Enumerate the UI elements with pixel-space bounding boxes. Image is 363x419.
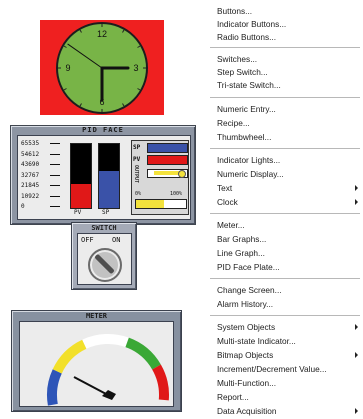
pv-bar [70,143,92,209]
pv-chip [147,155,188,165]
pid-tick-mark [50,143,60,144]
menu-separator [210,97,360,98]
pid-tick-mark [50,153,60,155]
pv-chip-label: PV [133,156,141,163]
submenu-arrow-icon [355,185,358,191]
menu-item-data-acquisition[interactable]: Data Acquisition [217,406,277,416]
menu-item-bitmap-objects[interactable]: Bitmap Objects [217,350,273,360]
pid-tick-mark [50,164,60,165]
submenu-arrow-icon [355,324,358,330]
switch-off-label: OFF [81,236,94,244]
meter-title: METER [85,312,108,320]
menu-item-step-switch[interactable]: Step Switch... [217,67,268,77]
submenu-arrow-icon [355,199,358,205]
meter-panel [19,321,174,407]
output-bar [135,199,187,209]
sp-bar [98,143,120,209]
output-indicator [178,170,186,178]
clock-numeral: 9 [65,63,70,73]
menu-item-multi-state-indicator[interactable]: Multi-state Indicator... [217,336,296,346]
meter-gauge [47,334,169,406]
submenu-arrow-icon [355,408,358,414]
menu-item-meter[interactable]: Meter... [217,220,245,230]
pid-tick-label: 43690 [21,161,40,168]
pid-tick-label: 21845 [21,182,40,189]
sp-chip [147,143,188,153]
clock-numeral: 3 [133,63,138,73]
meter-needle [73,376,109,396]
output-label: OUTPUT [133,165,139,184]
menu-item-switches[interactable]: Switches... [217,54,257,64]
menu-separator [210,213,360,214]
menu-item-increment-decrement-value[interactable]: Increment/Decrement Value... [217,364,327,374]
menu-item-indicator-lights[interactable]: Indicator Lights... [217,155,280,165]
meter-arc-high [125,337,161,370]
switch-title: SWITCH [91,224,117,232]
needle-hub [102,390,116,400]
meter-arc-low [47,369,62,406]
output-track [147,169,188,178]
meter-arc-max [152,364,169,401]
menu-item-text[interactable]: Text [217,183,232,193]
menu-separator [210,148,360,149]
clock-numeral: 12 [97,29,107,39]
pid-tick-label: 10922 [21,192,40,200]
pid-tick-mark [50,174,60,176]
menu-item-line-graph[interactable]: Line Graph... [217,248,265,258]
menu-item-clock[interactable]: Clock [217,197,238,207]
switch-panel: OFF ON [77,233,132,285]
pid-side-panel: SP PV OUTPUT 0% 100% [131,140,189,215]
menu-item-multi-function[interactable]: Multi-Function... [217,378,276,388]
menu-item-report[interactable]: Report... [217,392,249,402]
menu-item-system-objects[interactable]: System Objects [217,322,275,332]
switch-knob[interactable] [88,248,122,282]
meter-arc-mid-low [52,339,87,374]
submenu-arrow-icon [355,352,358,358]
pid-tick-label: 65535 [21,140,40,147]
pid-title: PID FACE [82,126,124,134]
pid-tick-mark [50,195,60,197]
clock-widget[interactable]: 12 3 6 9 [40,20,164,115]
menu-item-change-screen[interactable]: Change Screen... [217,285,282,295]
menu-item-numeric-entry[interactable]: Numeric Entry... [217,104,276,114]
pv-bar-label: PV [74,209,82,216]
menu-item-thumbwheel[interactable]: Thumbwheel... [217,132,271,142]
clock-face: 12369 [56,22,148,114]
menu-item-recipe[interactable]: Recipe... [217,118,250,128]
pid-panel: 65535 54612 43690 32767 21845 10922 0 PV SP SP… [17,135,191,220]
switch-on-label: ON [112,236,121,244]
menu-separator [210,47,360,48]
meter-arc-mid [82,334,129,349]
sp-bar-label: SP [102,209,110,216]
pid-tick-mark [50,206,60,207]
menu-item-tri-state-switch[interactable]: Tri-state Switch... [217,80,281,90]
pid-tick-label: 54612 [21,150,40,158]
menu-item-bar-graphs[interactable]: Bar Graphs... [217,234,266,244]
object-context-menu: Buttons... Indicator Buttons... Radio Butt… [207,0,363,419]
menu-item-indicator-buttons[interactable]: Indicator Buttons... [217,19,286,29]
menu-item-alarm-history[interactable]: Alarm History... [217,299,273,309]
menu-item-pid-face-plate[interactable]: PID Face Plate... [217,262,280,272]
menu-item-numeric-display[interactable]: Numeric Display... [217,169,284,179]
pid-tick-label: 0 [21,203,25,210]
pid-tick-label: 32767 [21,171,40,179]
meter-widget[interactable]: METER [11,310,182,412]
menu-separator [210,315,360,316]
pct-min-label: 0% [135,191,142,197]
menu-separator [210,278,360,279]
switch-widget[interactable]: SWITCH OFF ON [71,222,137,290]
menu-item-radio-buttons[interactable]: Radio Buttons... [217,32,276,42]
pct-max-label: 100% [170,191,183,197]
sp-chip-label: SP [133,144,141,151]
menu-item-buttons[interactable]: Buttons... [217,6,252,16]
pid-tick-mark [50,185,60,186]
pid-face-widget[interactable]: PID FACE 65535 54612 43690 32767 21845 10922 0… [10,125,196,225]
